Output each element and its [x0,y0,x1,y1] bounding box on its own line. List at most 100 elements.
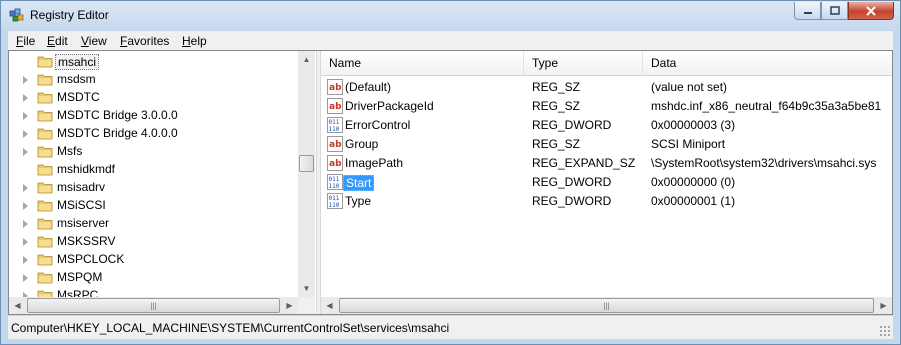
tree-item[interactable]: MSDTC [9,89,298,107]
scroll-down-arrow-icon[interactable]: ▼ [298,280,315,297]
resize-grip-icon[interactable] [879,325,891,337]
tree-item[interactable]: msisadrv [9,179,298,197]
folder-icon [37,182,53,194]
string-value-icon: ab [327,155,343,171]
close-icon [866,5,876,16]
string-value-icon: ab [327,136,343,152]
list-horizontal-scrollbar[interactable]: ◀ ||| ▶ [321,297,892,314]
client-area: msahci msdsm MSDTC MSDTC Bridge 3.0.0.0 MSDT… [8,50,893,315]
folder-icon [37,56,53,68]
value-data: \SystemRoot\system32\drivers\msahci.sys [651,156,877,170]
tree-item[interactable]: MSKSSRV [9,233,298,251]
value-row[interactable]: 011 110 ErrorControl REG_DWORD 0x00000003 (3… [321,116,892,135]
scroll-left-arrow-icon[interactable]: ◀ [321,297,338,314]
folder-icon [37,74,53,86]
menu-edit[interactable]: Edit [47,34,68,48]
scroll-corner [298,297,315,314]
folder-icon [37,272,53,284]
tree-item-label: Msfs [57,144,83,158]
expand-arrow-icon[interactable] [23,184,28,192]
scroll-right-arrow-icon[interactable]: ▶ [281,297,298,314]
registry-editor-window: Registry Editor File Edit View Favorites… [0,0,901,345]
svg-text:ab: ab [329,102,342,112]
expand-arrow-icon[interactable] [23,148,28,156]
expand-arrow-icon[interactable] [23,94,28,102]
value-row[interactable]: ab DriverPackageId REG_SZ mshdc.inf_x86_neu… [321,97,892,116]
value-row[interactable]: ab ImagePath REG_EXPAND_SZ \SystemRoot\syst… [321,154,892,173]
tree-item[interactable]: MSPCLOCK [9,251,298,269]
scroll-left-arrow-icon[interactable]: ◀ [9,297,26,314]
folder-icon [37,254,53,266]
menu-view[interactable]: View [81,34,107,48]
string-value-icon: ab [327,98,343,114]
value-type: REG_DWORD [532,194,612,208]
tree-item[interactable]: MSiSCSI [9,197,298,215]
value-row[interactable]: ab (Default) REG_SZ (value not set) [321,78,892,97]
current-key-path: Computer\HKEY_LOCAL_MACHINE\SYSTEM\Curre… [11,321,450,335]
column-header-type[interactable]: Type [524,51,643,75]
tree-item[interactable]: MSPQM [9,269,298,287]
string-value-icon: ab [327,79,343,95]
binary-value-icon: 011110 [327,117,343,133]
tree-item[interactable]: Msfs [9,143,298,161]
maximize-button[interactable] [821,2,848,20]
values-list-pane[interactable]: Name Type Data ab (Default) REG_SZ (value n… [321,51,892,314]
tree-hscroll-thumb[interactable]: ||| [27,298,280,313]
tree-item-label: MSDTC Bridge 4.0.0.0 [57,126,178,140]
value-type: REG_DWORD [532,118,612,132]
expand-arrow-icon[interactable] [23,256,28,264]
folder-icon [37,236,53,248]
tree-vscroll-thumb[interactable] [299,155,314,172]
folder-icon [37,200,53,212]
folder-icon [37,146,53,158]
title-bar[interactable]: Registry Editor [1,1,900,31]
tree-item-label: MSDTC [57,90,100,104]
svg-text:011: 011 [329,176,340,183]
tree-item[interactable]: msdsm [9,71,298,89]
key-tree-pane[interactable]: msahci msdsm MSDTC MSDTC Bridge 3.0.0.0 MSDT… [9,51,316,314]
tree-item-label: MSDTC Bridge 3.0.0.0 [57,108,178,122]
grip-icon: ||| [150,301,157,310]
expand-arrow-icon[interactable] [23,274,28,282]
close-button[interactable] [848,2,894,20]
expand-arrow-icon[interactable] [23,76,28,84]
value-name: ErrorControl [345,118,411,132]
menu-file[interactable]: File [16,34,35,48]
tree-item[interactable]: mshidkmdf [9,161,298,179]
menu-help[interactable]: Help [182,34,207,48]
menu-bar: File Edit View Favorites Help [8,31,893,50]
expand-arrow-icon[interactable] [23,238,28,246]
value-type: REG_EXPAND_SZ [532,156,636,170]
value-data: mshdc.inf_x86_neutral_f64b9c35a3a5be81 [651,99,882,113]
svg-text:011: 011 [329,195,340,202]
expand-arrow-icon[interactable] [23,202,28,210]
tree-item-label: mshidkmdf [57,162,116,176]
value-row[interactable]: ab Group REG_SZ SCSI Miniport [321,135,892,154]
expand-arrow-icon[interactable] [23,130,28,138]
scroll-up-arrow-icon[interactable]: ▲ [298,51,315,68]
expand-arrow-icon[interactable] [23,112,28,120]
window-controls [794,2,894,21]
expand-arrow-icon[interactable] [23,220,28,228]
tree-item[interactable]: msiserver [9,215,298,233]
tree-horizontal-scrollbar[interactable]: ◀ ||| ▶ [9,297,298,314]
value-type: REG_SZ [532,80,581,94]
value-row[interactable]: 011 110 Start REG_DWORD 0x00000000 (0) [321,173,892,192]
tree-item[interactable]: MSDTC Bridge 4.0.0.0 [9,125,298,143]
value-row[interactable]: 011 110 Type REG_DWORD 0x00000001 (1) [321,192,892,211]
tree-item[interactable]: MSDTC Bridge 3.0.0.0 [9,107,298,125]
tree-item-label: msiserver [57,216,110,230]
tree-vertical-scrollbar[interactable]: ▲ ▼ [298,51,315,297]
value-name: DriverPackageId [345,99,434,113]
tree-item[interactable]: msahci [9,53,298,71]
value-type: REG_DWORD [532,175,612,189]
column-header-name[interactable]: Name [321,51,524,75]
value-data: 0x00000003 (3) [651,118,736,132]
column-header-data[interactable]: Data [643,51,892,75]
list-hscroll-thumb[interactable]: ||| [339,298,874,313]
value-data: (value not set) [651,80,728,94]
minimize-button[interactable] [794,2,821,20]
scroll-right-arrow-icon[interactable]: ▶ [875,297,892,314]
menu-favorites[interactable]: Favorites [120,34,169,48]
value-data: SCSI Miniport [651,137,726,151]
